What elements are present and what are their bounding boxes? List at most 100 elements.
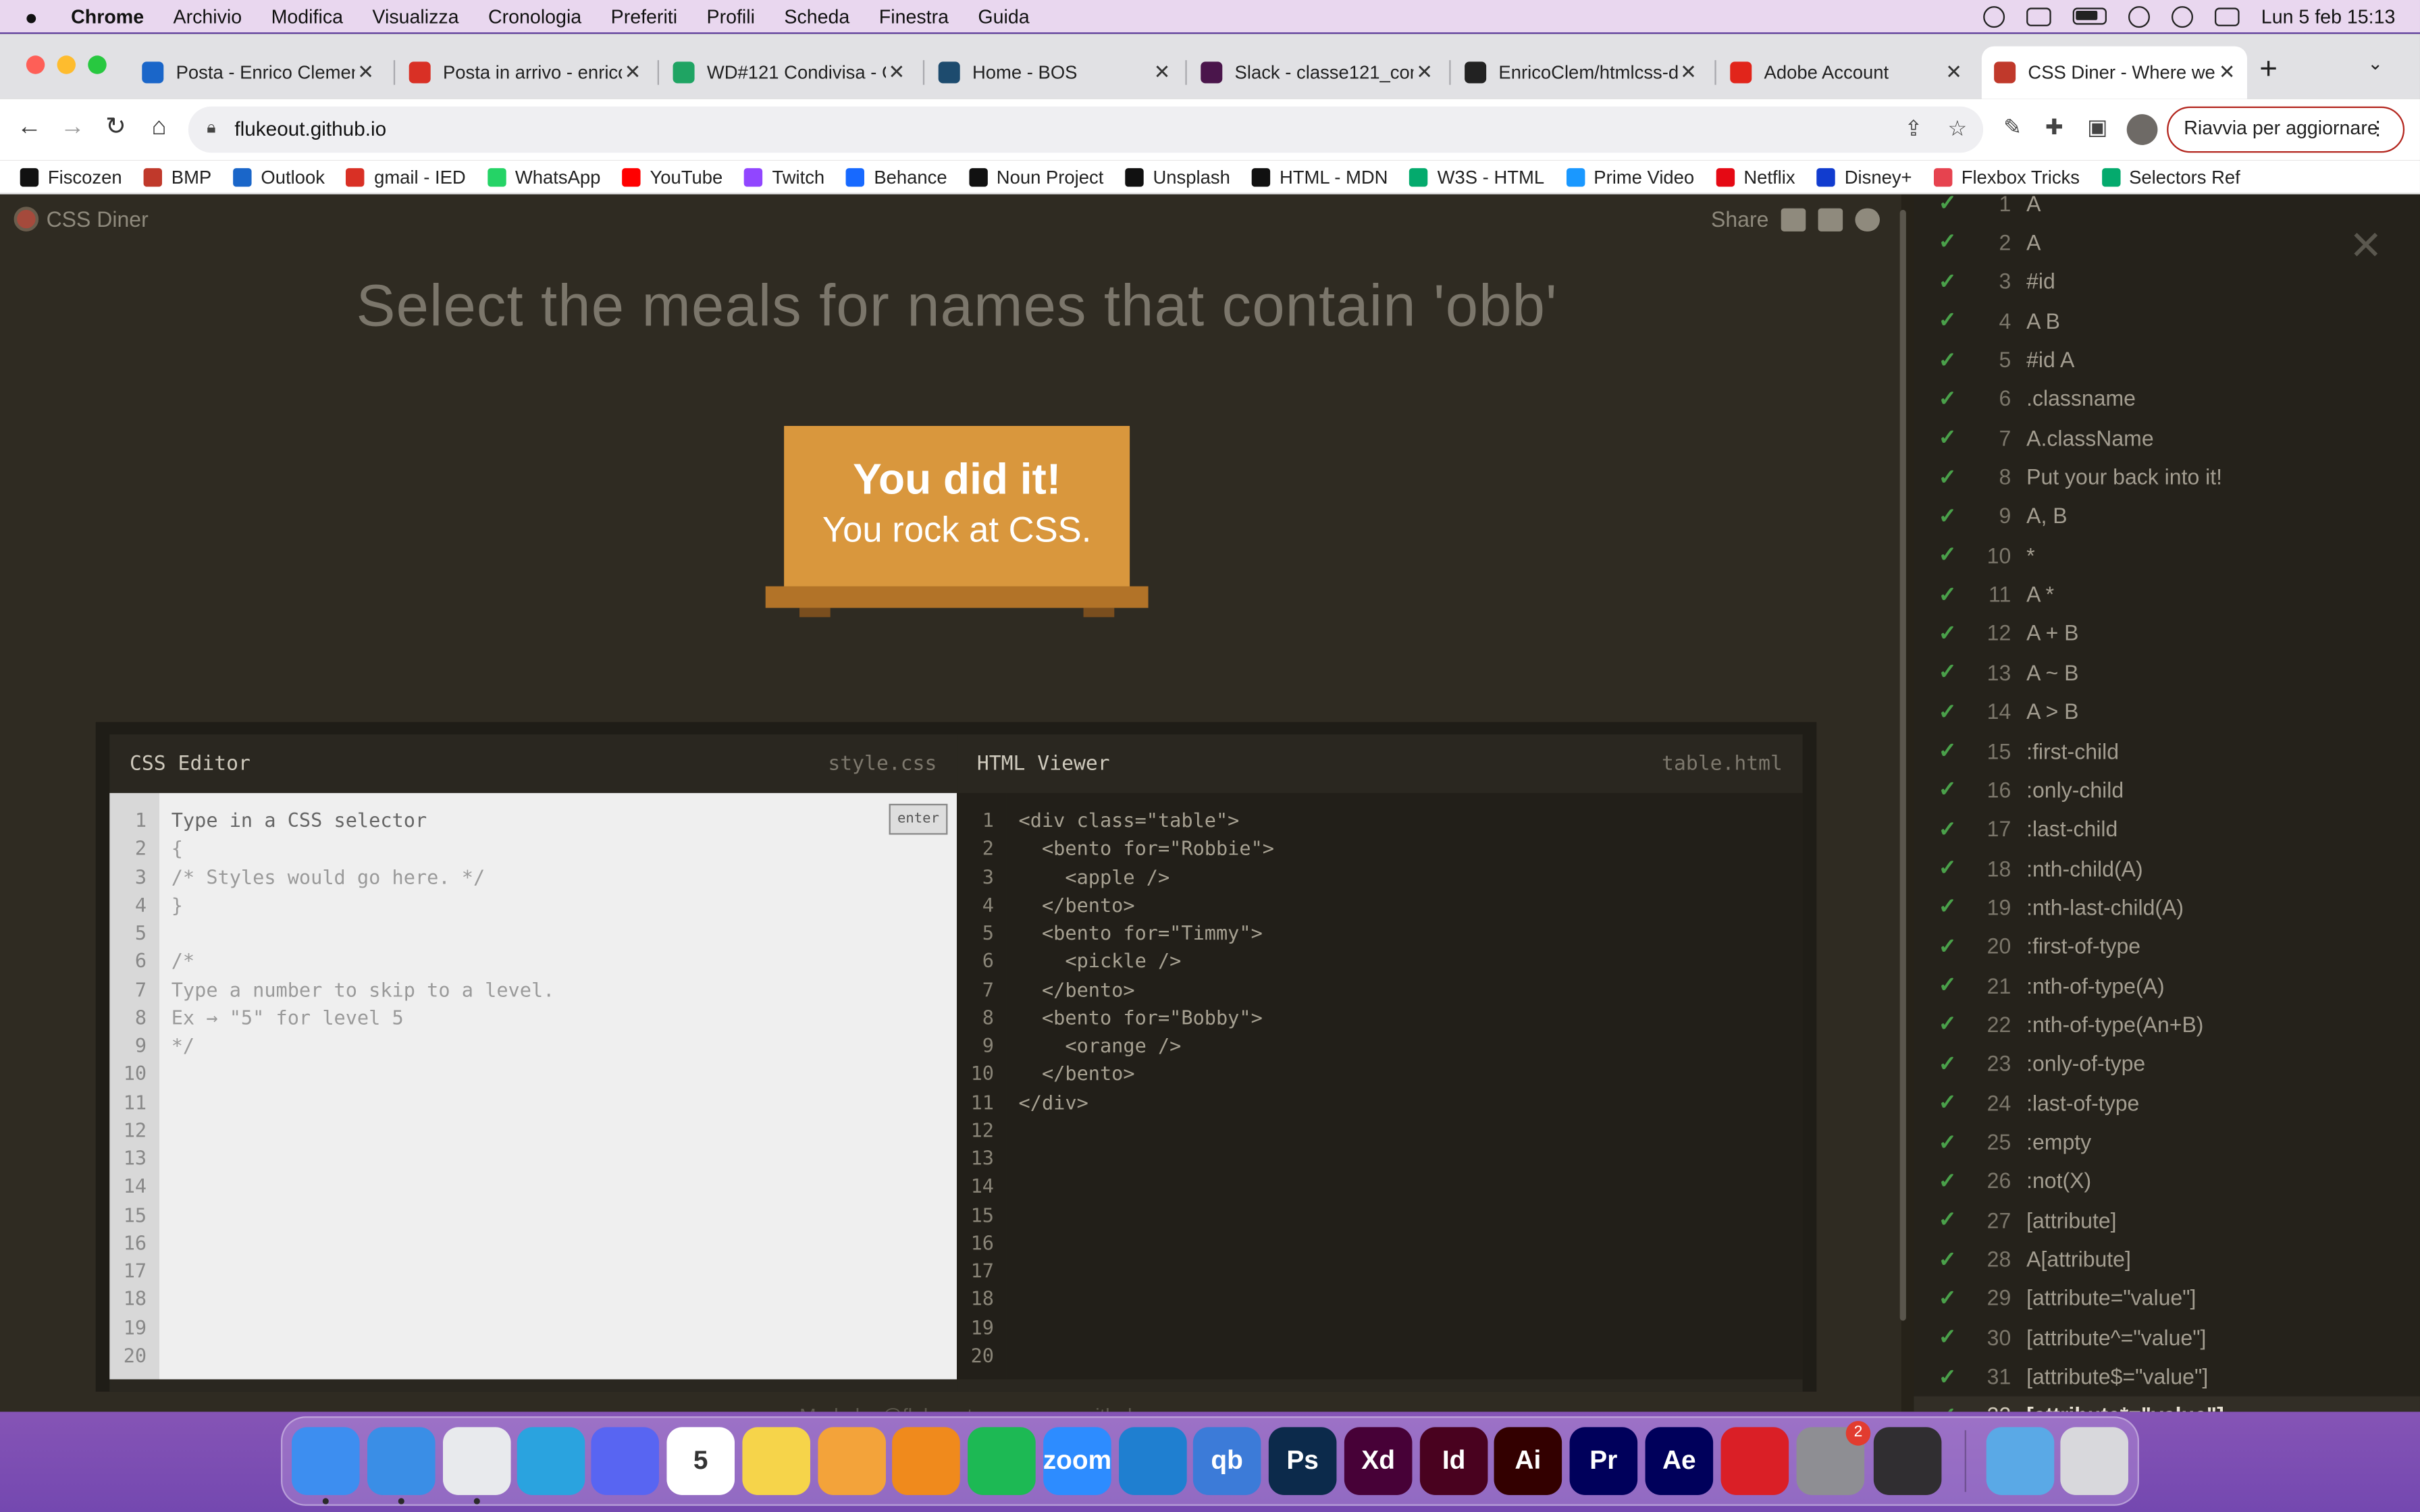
back-arrow-icon[interactable]: ← [14, 113, 45, 144]
level-item[interactable]: ✓ 7 A.className [1914, 418, 2420, 458]
after-effects-app-icon[interactable]: Ae [1645, 1427, 1714, 1495]
tab-close-icon[interactable]: ✕ [1414, 60, 1436, 85]
bookmark-star-icon[interactable]: ☆ [1948, 115, 1968, 142]
menu-item[interactable]: Finestra [879, 5, 949, 27]
level-item[interactable]: ✓ 3 #id [1914, 262, 2420, 301]
address-bar[interactable]: 🔒︎ flukeout.github.io ⇪ ☆ [188, 106, 1984, 153]
apple-menu-icon[interactable]: ● [25, 5, 47, 27]
menu-item[interactable]: Preferiti [611, 5, 677, 27]
browser-tab[interactable]: Slack - classe121_com ✕ [1188, 47, 1444, 99]
close-window-button[interactable] [26, 55, 45, 74]
bookmark-item[interactable]: YouTube [622, 166, 722, 188]
qbittorrent-app-icon[interactable]: qb [1192, 1427, 1261, 1495]
url-text[interactable]: flukeout.github.io [234, 117, 386, 140]
photoshop-app-icon[interactable]: Ps [1268, 1427, 1337, 1495]
tab-close-icon[interactable]: ✕ [1678, 60, 1700, 85]
forward-arrow-icon[interactable]: → [57, 113, 88, 144]
zoom-window-button[interactable] [88, 55, 107, 74]
tab-close-icon[interactable]: ✕ [1151, 60, 1173, 85]
creative-cloud-app-icon[interactable] [1720, 1427, 1789, 1495]
level-item[interactable]: ✓ 29 [attribute="value"] [1914, 1278, 2420, 1318]
level-item[interactable]: ✓ 25:empty [1914, 1123, 2420, 1162]
level-item[interactable]: ✓ 31 [attribute$="value"] [1914, 1357, 2420, 1396]
battery-icon[interactable] [2072, 7, 2107, 25]
level-item[interactable]: ✓ 16:only-child [1914, 770, 2420, 809]
level-item[interactable]: ✓ 5 #id A [1914, 340, 2420, 379]
level-item[interactable]: ✓ 23:only-of-type [1914, 1044, 2420, 1083]
update-chrome-button[interactable]: Riavvia per aggiornare ⋮ [2167, 106, 2405, 153]
bookmark-item[interactable]: WhatsApp [487, 166, 600, 188]
obs-app-icon[interactable] [1873, 1427, 1942, 1495]
bookmark-item[interactable]: Noun Project [968, 166, 1103, 188]
vlc-app-icon[interactable] [892, 1427, 960, 1495]
level-item[interactable]: ✓ 19:nth-last-child(A) [1914, 888, 2420, 927]
spotify-app-icon[interactable] [968, 1427, 1036, 1495]
level-item[interactable]: ✓ 13 A ~ B [1914, 653, 2420, 692]
bookmark-item[interactable]: W3S - HTML [1409, 166, 1544, 188]
browser-tab[interactable]: WD#121 Condivisa - G ✕ [660, 47, 916, 99]
chrome-app-icon[interactable] [442, 1427, 511, 1495]
level-item[interactable]: ✓ 18:nth-child(A) [1914, 848, 2420, 888]
tab-close-icon[interactable]: ✕ [1943, 60, 1965, 85]
email-icon[interactable] [1781, 207, 1806, 231]
bookmark-item[interactable]: Outlook [233, 166, 325, 188]
illustrator-app-icon[interactable]: Ai [1494, 1427, 1562, 1495]
extensions-puzzle-icon[interactable]: ✚ [2041, 114, 2068, 142]
bookmark-item[interactable]: gmail - IED [346, 166, 466, 188]
vscode-app-icon[interactable] [1119, 1427, 1187, 1495]
calendar-app-icon[interactable]: 5 [666, 1427, 735, 1495]
discord-app-icon[interactable] [591, 1427, 659, 1495]
brand[interactable]: CSS Diner [14, 207, 149, 232]
level-item[interactable]: ✓ 15:first-child [1914, 731, 2420, 770]
spotlight-search-icon[interactable] [2172, 5, 2194, 27]
keyboard-icon[interactable] [2026, 7, 2051, 26]
tab-close-icon[interactable]: ✕ [2216, 60, 2238, 85]
level-item[interactable]: ✓ 27 [attribute] [1914, 1200, 2420, 1239]
finder-app-icon[interactable] [291, 1427, 360, 1495]
zoom-app-icon[interactable]: zoom [1043, 1427, 1111, 1495]
level-item[interactable]: ✓ 32 [attribute*="value"] [1914, 1396, 2420, 1412]
menu-item[interactable]: Visualizza [372, 5, 458, 27]
bookmark-item[interactable]: Fiscozen [20, 166, 122, 188]
footer-credit[interactable]: Made by @flukeout · source on github [799, 1404, 1139, 1411]
profile-avatar[interactable] [2126, 114, 2158, 145]
menu-item[interactable]: Archivio [174, 5, 242, 27]
level-item[interactable]: ✓ 9 A, B [1914, 497, 2420, 536]
facebook-icon[interactable] [1818, 207, 1843, 231]
tab-search-chevron-icon[interactable]: ⌄ [2367, 53, 2383, 74]
clock[interactable]: Lun 5 feb 15:13 [2261, 5, 2396, 27]
bookmark-item[interactable]: BMP [143, 166, 211, 188]
trash-app-icon[interactable] [2060, 1427, 2128, 1495]
level-item[interactable]: ✓ 12 A + B [1914, 614, 2420, 653]
mail-app-icon[interactable] [367, 1427, 436, 1495]
level-item[interactable]: ✓ 11 A * [1914, 574, 2420, 614]
bookmark-item[interactable]: HTML - MDN [1251, 166, 1388, 188]
creative-cloud-status-icon[interactable] [1983, 5, 2005, 27]
browser-tab[interactable]: CSS Diner - Where we ✕ [1981, 46, 2247, 99]
tab-close-icon[interactable]: ✕ [355, 60, 377, 85]
home-icon[interactable]: ⌂ [144, 113, 175, 144]
telegram-app-icon[interactable] [517, 1427, 585, 1495]
level-item[interactable]: ✓ 22:nth-of-type(An+B) [1914, 1005, 2420, 1044]
level-item[interactable]: ✓ 20:first-of-type [1914, 927, 2420, 966]
bookmark-item[interactable]: Flexbox Tricks [1933, 166, 2080, 188]
menu-item[interactable]: Scheda [784, 5, 849, 27]
bookmark-item[interactable]: Disney+ [1816, 166, 1912, 188]
level-item[interactable]: ✓ 4 A B [1914, 301, 2420, 340]
level-item[interactable]: ✓ 10 * [1914, 535, 2420, 574]
level-item[interactable]: ✓ 1 A [1914, 194, 2420, 223]
browser-tab[interactable]: Posta in arrivo - enrico ✕ [396, 47, 652, 99]
menu-item[interactable]: Guida [978, 5, 1029, 27]
menu-app-name[interactable]: Chrome [71, 5, 144, 27]
twitter-icon[interactable] [1855, 207, 1880, 231]
page-scrollbar-thumb[interactable] [1899, 209, 1906, 1321]
bookmark-item[interactable]: Prime Video [1566, 166, 1694, 188]
bookmark-item[interactable]: Netflix [1716, 166, 1795, 188]
eyedropper-extension-icon[interactable]: ✎ [1999, 114, 2026, 142]
minimize-window-button[interactable] [57, 55, 76, 74]
menu-item[interactable]: Modifica [271, 5, 343, 27]
side-panel-icon[interactable]: ▣ [2084, 114, 2111, 142]
level-item[interactable]: ✓ 28 A[attribute] [1914, 1239, 2420, 1278]
reload-icon[interactable]: ↻ [101, 113, 132, 144]
indesign-app-icon[interactable]: Id [1419, 1427, 1488, 1495]
